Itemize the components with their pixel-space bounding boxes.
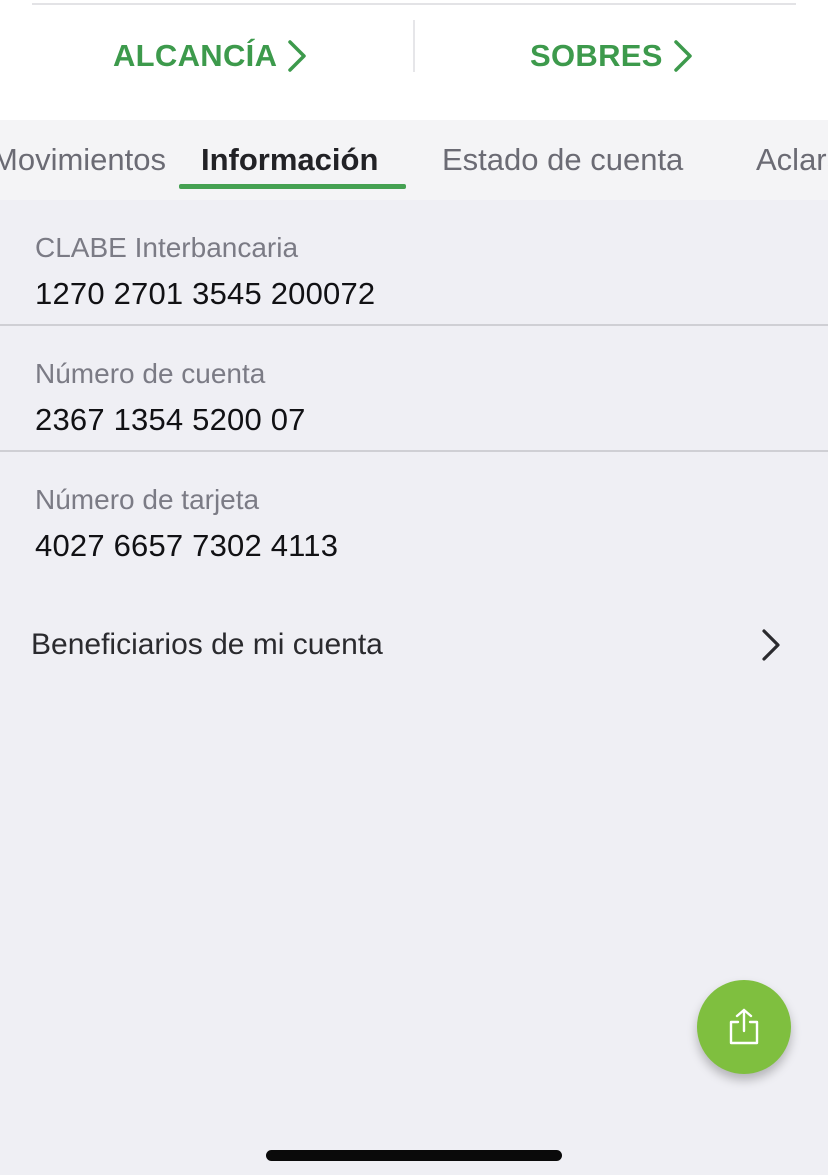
chevron-right-icon — [288, 40, 307, 72]
cuenta-label: Número de cuenta — [35, 358, 266, 389]
share-icon — [729, 1008, 759, 1045]
clabe-row: CLABE Interbancaria 1270 2701 3545 20007… — [0, 200, 828, 326]
tab-estado-de-cuenta[interactable]: Estado de cuenta — [442, 142, 683, 178]
alcancia-link[interactable]: ALCANCÍA — [113, 34, 307, 78]
clabe-value: 1270 2701 3545 200072 — [35, 276, 376, 311]
sobres-link[interactable]: SOBRES — [530, 34, 693, 78]
tarjeta-row: Número de tarjeta 4027 6657 7302 4113 — [0, 452, 828, 578]
tab-informacion[interactable]: Información — [201, 142, 378, 178]
account-quick-links: ALCANCÍA SOBRES — [0, 0, 828, 120]
tab-movimientos[interactable]: Movimientos — [0, 142, 166, 178]
tarjeta-label: Número de tarjeta — [35, 484, 260, 515]
clabe-label: CLABE Interbancaria — [35, 232, 299, 263]
alcancia-label: ALCANCÍA — [113, 38, 278, 73]
cuenta-value: 2367 1354 5200 07 — [35, 402, 306, 437]
active-tab-indicator — [179, 184, 406, 189]
sobres-label: SOBRES — [530, 38, 663, 73]
tarjeta-value: 4027 6657 7302 4113 — [35, 528, 339, 563]
tab-aclaraciones[interactable]: Aclaraciones — [756, 142, 828, 178]
beneficiarios-label: Beneficiarios de mi cuenta — [31, 628, 383, 661]
share-button[interactable] — [697, 980, 791, 1074]
beneficiarios-row[interactable]: Beneficiarios de mi cuenta — [0, 605, 828, 685]
account-tabs: Movimientos Información Estado de cuenta… — [0, 120, 828, 200]
cuenta-row: Número de cuenta 2367 1354 5200 07 — [0, 326, 828, 452]
quick-links-divider — [413, 20, 415, 72]
home-indicator — [266, 1150, 562, 1161]
top-divider — [32, 3, 796, 5]
chevron-right-icon — [762, 629, 780, 661]
chevron-right-icon — [673, 40, 692, 72]
